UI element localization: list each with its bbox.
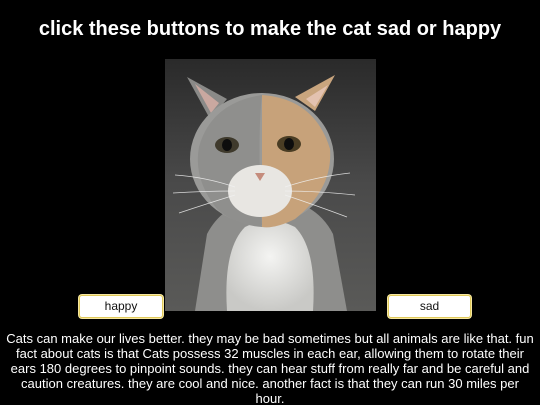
happy-button[interactable]: happy xyxy=(79,295,163,318)
cat-illustration xyxy=(165,59,376,311)
cat-photo xyxy=(165,59,376,311)
page-title: click these buttons to make the cat sad … xyxy=(38,18,502,40)
cat-facts-text: Cats can make our lives better. they may… xyxy=(6,331,534,405)
sad-button[interactable]: sad xyxy=(388,295,471,318)
